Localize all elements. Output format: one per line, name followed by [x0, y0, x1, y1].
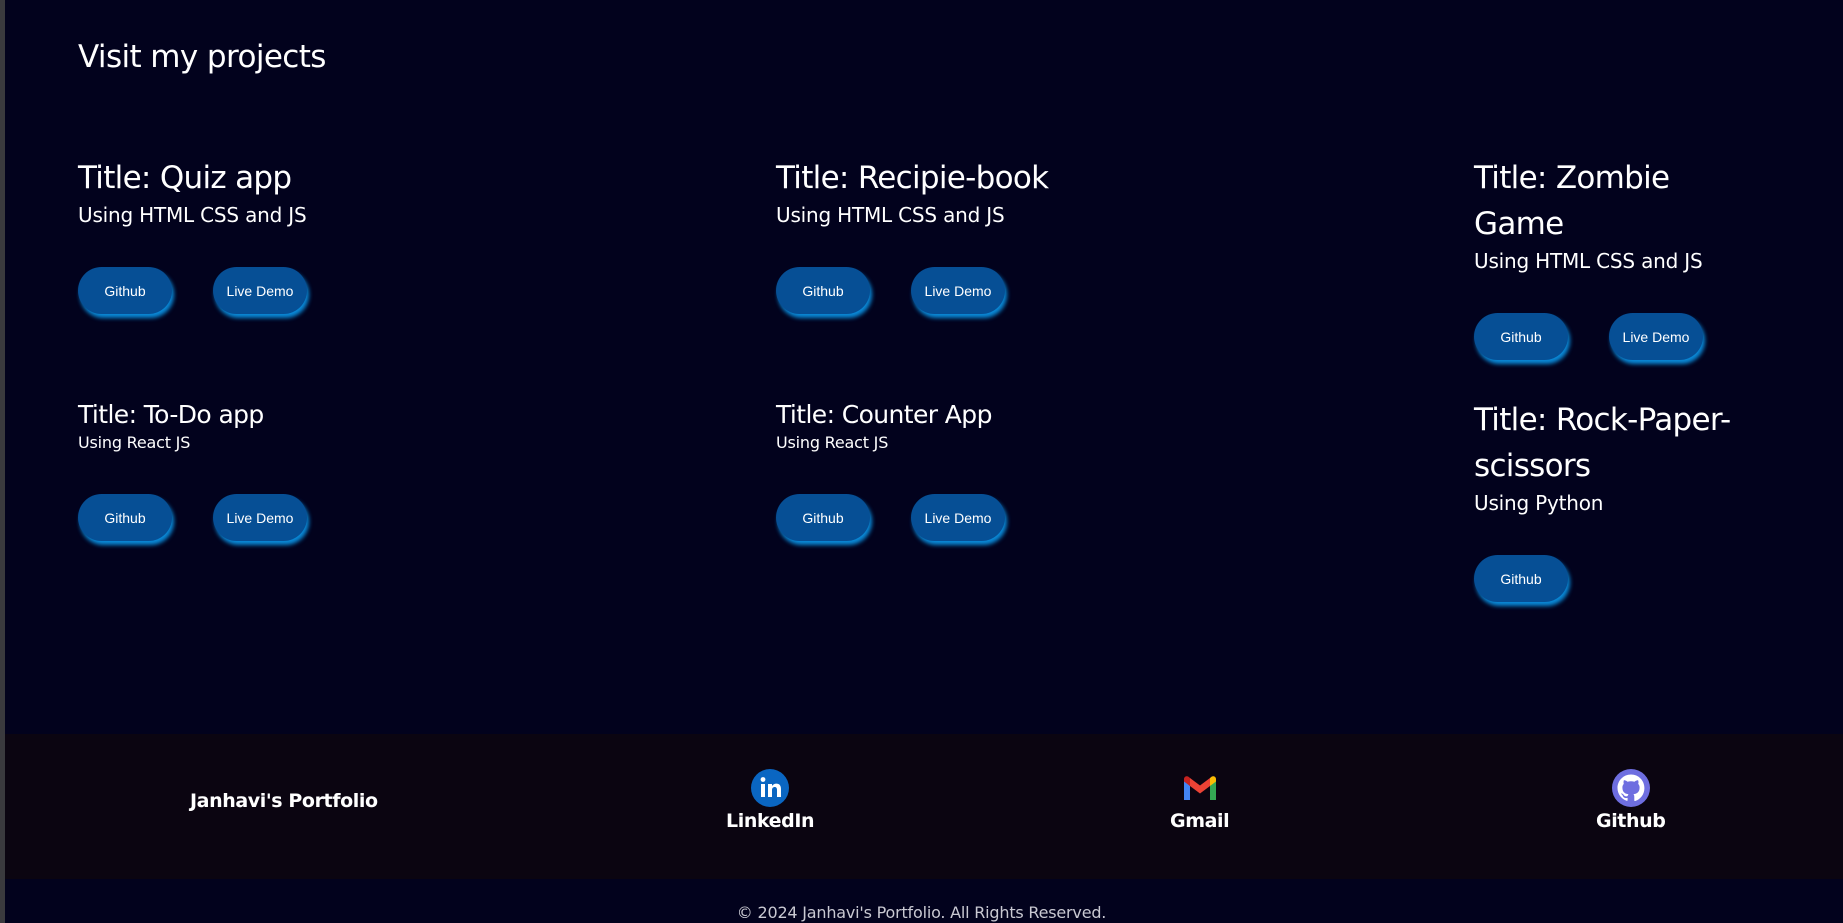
github-link[interactable]: Github — [1596, 768, 1666, 832]
project-card-zombie-game: Title: Zombie Game Using HTML CSS and JS… — [1474, 155, 1703, 360]
gmail-icon — [1183, 776, 1216, 800]
github-icon — [1611, 769, 1650, 807]
project-tech: Using HTML CSS and JS — [776, 203, 1005, 227]
project-card-counter-app: Title: Counter App Using React JS Github… — [776, 398, 1005, 541]
project-title: Title: Quiz app — [78, 160, 292, 196]
project-title: Title: To-Do app — [78, 400, 264, 429]
project-tech: Using HTML CSS and JS — [1474, 249, 1703, 273]
project-tech: Using React JS — [776, 433, 889, 452]
github-button[interactable]: Github — [78, 267, 172, 314]
github-label: Github — [1596, 810, 1666, 832]
live-demo-button[interactable]: Live Demo — [213, 267, 307, 314]
project-card-recipie-book: Title: Recipie-book Using HTML CSS and J… — [776, 155, 1049, 314]
project-actions: Github — [1474, 555, 1774, 602]
projects-heading: Visit my projects — [78, 39, 326, 75]
github-button[interactable]: Github — [78, 494, 172, 541]
gmail-link[interactable]: Gmail — [1170, 768, 1230, 832]
gmail-label: Gmail — [1170, 810, 1230, 832]
linkedin-label: LinkedIn — [726, 810, 815, 832]
live-demo-button[interactable]: Live Demo — [911, 267, 1005, 314]
project-tech: Using HTML CSS and JS — [78, 203, 307, 227]
project-tech: Using React JS — [78, 433, 191, 452]
project-card-to-do-app: Title: To-Do app Using React JS Github L… — [78, 398, 307, 541]
copyright-text: © 2024 Janhavi's Portfolio. All Rights R… — [736, 903, 1107, 922]
github-button[interactable]: Github — [1474, 313, 1568, 360]
project-actions: Github Live Demo — [1474, 313, 1703, 360]
linkedin-icon — [751, 769, 790, 807]
live-demo-button[interactable]: Live Demo — [911, 494, 1005, 541]
github-button[interactable]: Github — [776, 267, 870, 314]
project-card-rock-paper-scissors: Title: Rock-Paper-scissors Using Python … — [1474, 397, 1774, 602]
project-title: Title: Recipie-book — [776, 160, 1049, 196]
project-title: Title: Zombie Game — [1474, 160, 1670, 242]
project-actions: Github Live Demo — [776, 494, 1005, 541]
github-button[interactable]: Github — [1474, 555, 1568, 602]
project-tech: Using Python — [1474, 491, 1604, 515]
portfolio-page: Visit my projects Title: Quiz app Using … — [0, 0, 1843, 923]
project-title: Title: Rock-Paper-scissors — [1474, 402, 1731, 484]
footer-brand: Janhavi's Portfolio — [190, 790, 378, 812]
project-actions: Github Live Demo — [78, 267, 307, 314]
project-card-quiz-app: Title: Quiz app Using HTML CSS and JS Gi… — [78, 155, 307, 314]
project-actions: Github Live Demo — [776, 267, 1048, 314]
live-demo-button[interactable]: Live Demo — [1609, 313, 1703, 360]
github-button[interactable]: Github — [776, 494, 870, 541]
linkedin-link[interactable]: LinkedIn — [726, 768, 815, 832]
project-actions: Github Live Demo — [78, 494, 307, 541]
project-title: Title: Counter App — [776, 400, 992, 429]
live-demo-button[interactable]: Live Demo — [213, 494, 307, 541]
